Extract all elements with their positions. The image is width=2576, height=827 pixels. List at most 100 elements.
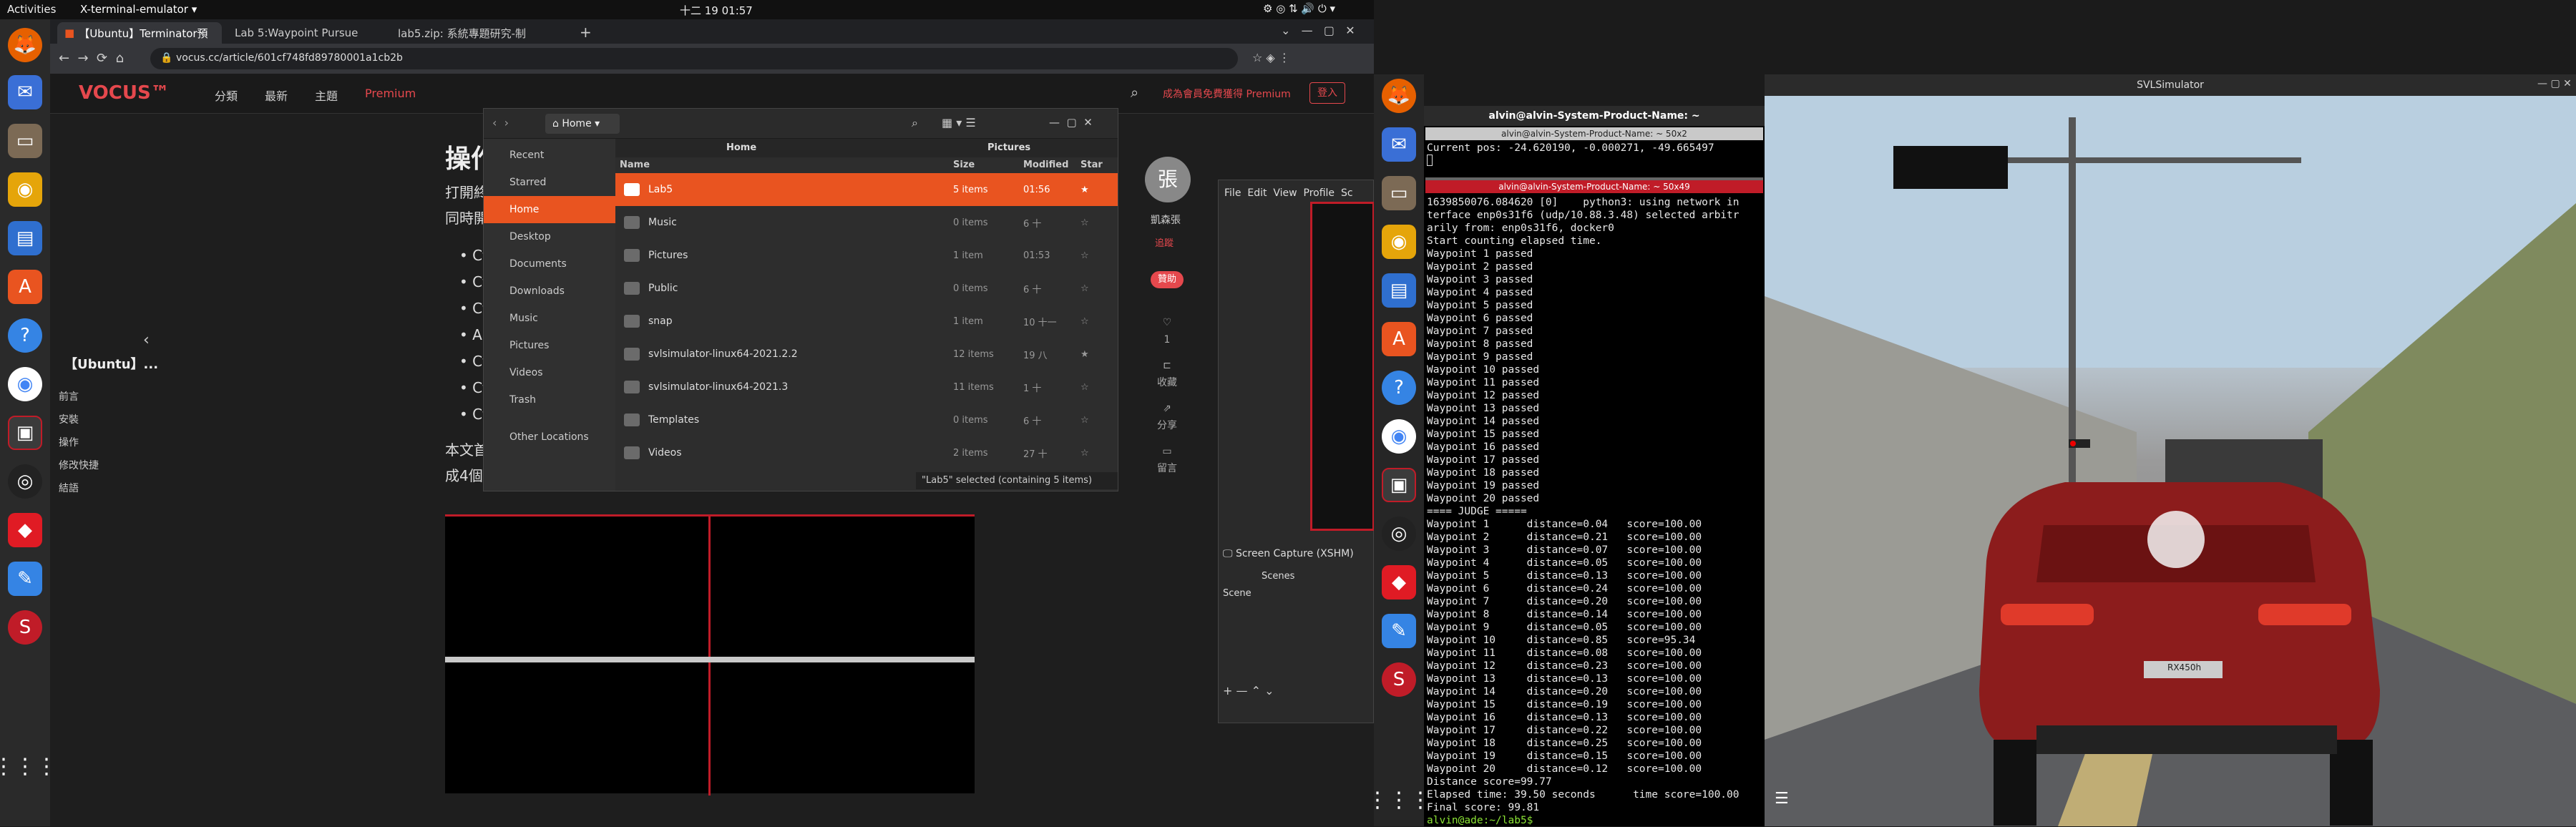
sidebar-item-starred[interactable]: Starred <box>484 169 615 196</box>
nav-latest[interactable]: 最新 <box>265 87 288 104</box>
sidebar-item-documents[interactable]: Documents <box>484 250 615 278</box>
file-row[interactable]: Templates 0 items 6 十 ☆ <box>615 403 1118 436</box>
menu-file[interactable]: File <box>1224 187 1241 199</box>
sidebar-item-other-locations[interactable]: Other Locations <box>484 424 615 451</box>
shell-prompt[interactable]: alvin@ade:~/lab5$ <box>1427 814 1740 827</box>
text-editor-icon[interactable]: ✎ <box>1382 614 1416 648</box>
chrome-icon[interactable]: ◉ <box>8 367 42 401</box>
files-icon[interactable]: ▭ <box>8 124 42 158</box>
file-row[interactable]: Public 0 items 6 十 ☆ <box>615 272 1118 305</box>
toc-item[interactable]: 操作 <box>59 431 99 454</box>
anydesk-icon[interactable]: ◆ <box>1382 565 1416 600</box>
window-controls[interactable]: ⌄ — ▢ ✕ <box>1281 24 1355 37</box>
file-row[interactable]: snap 1 item 10 十一 ☆ <box>615 305 1118 338</box>
sidebar-item-desktop[interactable]: Desktop <box>484 223 615 250</box>
address-bar[interactable]: 🔒 vocus.cc/article/601cf748fd89780001a1c… <box>150 48 1238 69</box>
view-options-icon[interactable]: ▦ ▾ ☰ <box>942 116 976 129</box>
star-icon[interactable]: ☆ <box>1080 250 1089 261</box>
tab-pictures[interactable]: Pictures <box>987 142 1030 153</box>
bookmark-icon[interactable]: ⊏ <box>1156 357 1178 374</box>
nav-topic[interactable]: 主題 <box>315 87 338 104</box>
star-icon[interactable]: ☆ <box>1080 448 1089 459</box>
login-button[interactable]: 登入 <box>1309 82 1345 104</box>
help-icon[interactable]: ? <box>1382 371 1416 405</box>
col-modified[interactable]: Modified <box>1023 160 1068 170</box>
terminator-icon[interactable]: ▣ <box>1382 468 1416 502</box>
toc-item[interactable]: 結語 <box>59 477 99 500</box>
file-row[interactable]: Pictures 1 item 01:53 ☆ <box>615 239 1118 272</box>
promo-link[interactable]: 成為會員免費獲得 Premium <box>1163 87 1291 101</box>
star-icon[interactable]: ★ <box>1080 185 1089 195</box>
writer-icon[interactable]: ▤ <box>8 221 42 255</box>
new-tab-button[interactable]: + <box>580 24 592 41</box>
follow-button[interactable]: 追蹤 <box>1155 235 1174 249</box>
sidebar-item-home[interactable]: Home <box>484 196 615 223</box>
menu-scene[interactable]: Sc <box>1341 187 1353 199</box>
tab-zip[interactable]: lab5.zip: 系統專題研究-制 <box>391 22 555 44</box>
toc-item[interactable]: 修改快捷 <box>59 454 99 477</box>
share-icon[interactable]: ⇗ <box>1156 400 1178 417</box>
activities-button[interactable]: Activities <box>7 3 56 16</box>
writer-icon[interactable]: ▤ <box>1382 273 1416 308</box>
back-forward-buttons[interactable]: ‹ › <box>492 116 509 129</box>
sidebar-item-pictures[interactable]: Pictures <box>484 332 615 359</box>
rhythmbox-icon[interactable]: ◉ <box>8 172 42 207</box>
thunderbird-icon[interactable]: ✉ <box>8 75 42 109</box>
search-icon[interactable]: ⌕ <box>912 116 918 130</box>
firefox-icon[interactable]: 🦊 <box>8 28 42 62</box>
sim-viewport[interactable]: RX450h ☰ <box>1765 96 2576 826</box>
menu-icon[interactable]: ☰ <box>1775 790 1789 808</box>
vocus-logo[interactable]: VOCUS™ <box>79 82 170 104</box>
thunderbird-icon[interactable]: ✉ <box>1382 127 1416 162</box>
nav-buttons[interactable]: ← → ⟳ ⌂ <box>59 51 124 66</box>
show-apps-icon[interactable]: ⋮⋮⋮ <box>1367 783 1431 817</box>
terminator-icon[interactable]: ▣ <box>8 416 42 450</box>
toc-item[interactable]: 前言 <box>59 386 99 408</box>
menu-profile[interactable]: Profile <box>1304 187 1335 199</box>
star-icon[interactable]: ★ <box>1080 349 1089 360</box>
anydesk-icon[interactable]: ◆ <box>8 513 42 547</box>
scene-controls[interactable]: + — ⌃ ⌄ <box>1223 684 1274 698</box>
menu-edit[interactable]: Edit <box>1247 187 1267 199</box>
col-name[interactable]: Name <box>620 160 650 170</box>
sidebar-item-trash[interactable]: Trash <box>484 386 615 414</box>
sidebar-item-videos[interactable]: Videos <box>484 359 615 386</box>
file-row[interactable]: Lab5 5 items 01:56 ★ <box>615 173 1118 206</box>
app-icon-red[interactable]: S <box>8 610 42 645</box>
author-name[interactable]: 凱森張 <box>1151 212 1181 227</box>
star-icon[interactable]: ☆ <box>1080 283 1089 294</box>
sidebar-item-music[interactable]: Music <box>484 305 615 332</box>
nav-category[interactable]: 分類 <box>215 87 238 104</box>
like-icon[interactable]: ♡ <box>1156 314 1178 331</box>
col-size[interactable]: Size <box>953 160 975 170</box>
obs-icon[interactable]: ◎ <box>8 464 42 499</box>
file-row[interactable]: Music 0 items 6 十 ☆ <box>615 206 1118 239</box>
network-icon[interactable]: ⚙ ◎ ⇅ 🔊 ⏻ ▾ <box>1263 2 1335 15</box>
obs-icon[interactable]: ◎ <box>1382 517 1416 551</box>
toc-item[interactable]: 安裝 <box>59 408 99 431</box>
file-row[interactable]: svlsimulator-linux64-2021.2.2 12 items 19 … <box>615 338 1118 371</box>
files-icon[interactable]: ▭ <box>1382 176 1416 210</box>
star-icon[interactable]: ☆ <box>1080 316 1089 327</box>
tab-terminator[interactable]: ■ 【Ubuntu】Terminator預 <box>57 22 222 44</box>
window-controls[interactable]: — ▢ ✕ <box>2537 78 2572 89</box>
firefox-icon[interactable]: 🦊 <box>1382 79 1416 113</box>
tab-lab5[interactable]: Lab 5:Waypoint Pursue <box>228 22 385 44</box>
star-icon[interactable]: ☆ <box>1080 382 1089 393</box>
nav-premium[interactable]: Premium <box>365 87 416 100</box>
extension-icons[interactable]: ☆ ◈ ⋮ <box>1252 51 1290 64</box>
file-row[interactable]: svlsimulator-linux64-2021.3 11 items 1 十 ☆ <box>615 371 1118 403</box>
clock[interactable]: 十二 19 01:57 <box>680 3 753 18</box>
show-apps-icon[interactable]: ⋮⋮⋮ <box>0 749 57 783</box>
search-icon[interactable]: ⌕ <box>1131 84 1138 101</box>
file-row[interactable]: Videos 2 items 27 十 ☆ <box>615 436 1118 469</box>
app-icon-red[interactable]: S <box>1382 662 1416 697</box>
avatar[interactable]: 張 <box>1145 157 1191 202</box>
scene-item[interactable]: Scene <box>1223 588 1252 599</box>
software-icon[interactable]: A <box>8 270 42 304</box>
app-menu[interactable]: X-terminal-emulator ▾ <box>80 3 197 16</box>
window-controls[interactable]: — ▢ ✕ <box>1049 116 1093 129</box>
software-icon[interactable]: A <box>1382 322 1416 356</box>
rhythmbox-icon[interactable]: ◉ <box>1382 225 1416 259</box>
star-icon[interactable]: ☆ <box>1080 415 1089 426</box>
